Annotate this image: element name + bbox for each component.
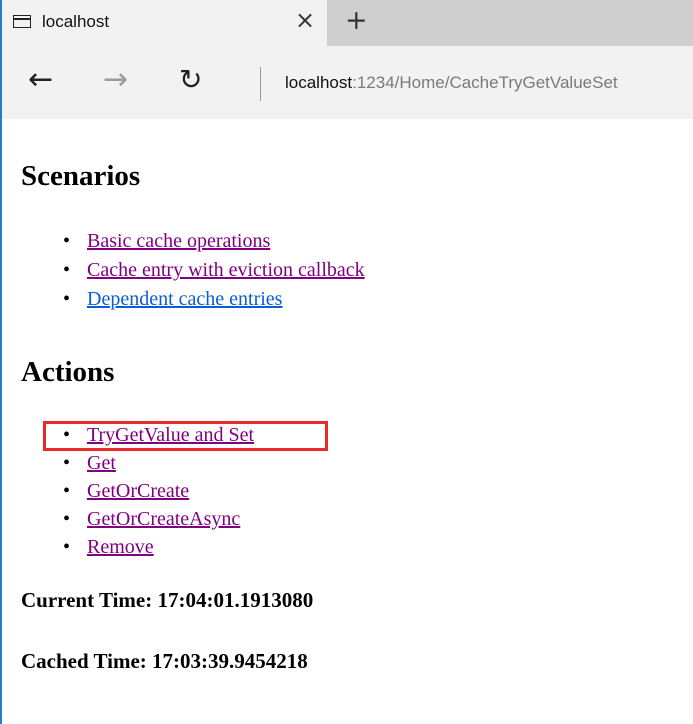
close-icon[interactable]: × [295,8,315,32]
list-item: TryGetValue and Set [61,421,254,449]
tab-strip: localhost × + [2,0,693,46]
refresh-icon[interactable]: ↻ [179,66,202,94]
plus-icon[interactable]: + [345,7,368,34]
list-item: Get [61,449,254,477]
list-item: GetOrCreateAsync [61,505,254,533]
nav-divider [260,67,261,101]
list-item: GetOrCreate [61,477,254,505]
tab-page-icon [13,15,31,28]
list-item: Remove [61,533,254,561]
list-item: Dependent cache entries [61,285,365,314]
scenario-link-dependent-entries[interactable]: Dependent cache entries [87,288,282,310]
action-link-getorcreateasync[interactable]: GetOrCreateAsync [87,508,240,530]
current-time-text: Current Time: 17:04:01.1913080 [21,588,314,612]
actions-list: TryGetValue and Set Get GetOrCreate GetO… [61,421,254,561]
action-link-remove[interactable]: Remove [87,536,154,558]
scenario-link-basic-cache-operations[interactable]: Basic cache operations [87,230,270,252]
list-item: Cache entry with eviction callback [61,256,365,285]
scenarios-heading: Scenarios [21,160,141,192]
navigation-bar: ← → ↻ localhost:1234/Home/CacheTryGetVal… [2,46,693,119]
action-link-trygetvalue-and-set[interactable]: TryGetValue and Set [87,424,254,446]
address-bar[interactable]: localhost:1234/Home/CacheTryGetValueSet [285,73,618,93]
action-link-getorcreate[interactable]: GetOrCreate [87,480,189,502]
actions-heading: Actions [21,356,115,388]
back-arrow-icon[interactable]: ← [28,65,53,95]
address-path: :1234/Home/CacheTryGetValueSet [352,73,618,92]
action-link-get[interactable]: Get [87,452,116,474]
scenario-link-eviction-callback[interactable]: Cache entry with eviction callback [87,259,365,281]
tab-title: localhost [42,12,110,31]
forward-arrow-icon[interactable]: → [103,65,128,95]
scenarios-list: Basic cache operations Cache entry with … [61,227,365,314]
address-host: localhost [285,73,353,92]
list-item: Basic cache operations [61,227,365,256]
cached-time-text: Cached Time: 17:03:39.9454218 [21,649,308,673]
browser-tab[interactable]: localhost × [2,0,327,46]
